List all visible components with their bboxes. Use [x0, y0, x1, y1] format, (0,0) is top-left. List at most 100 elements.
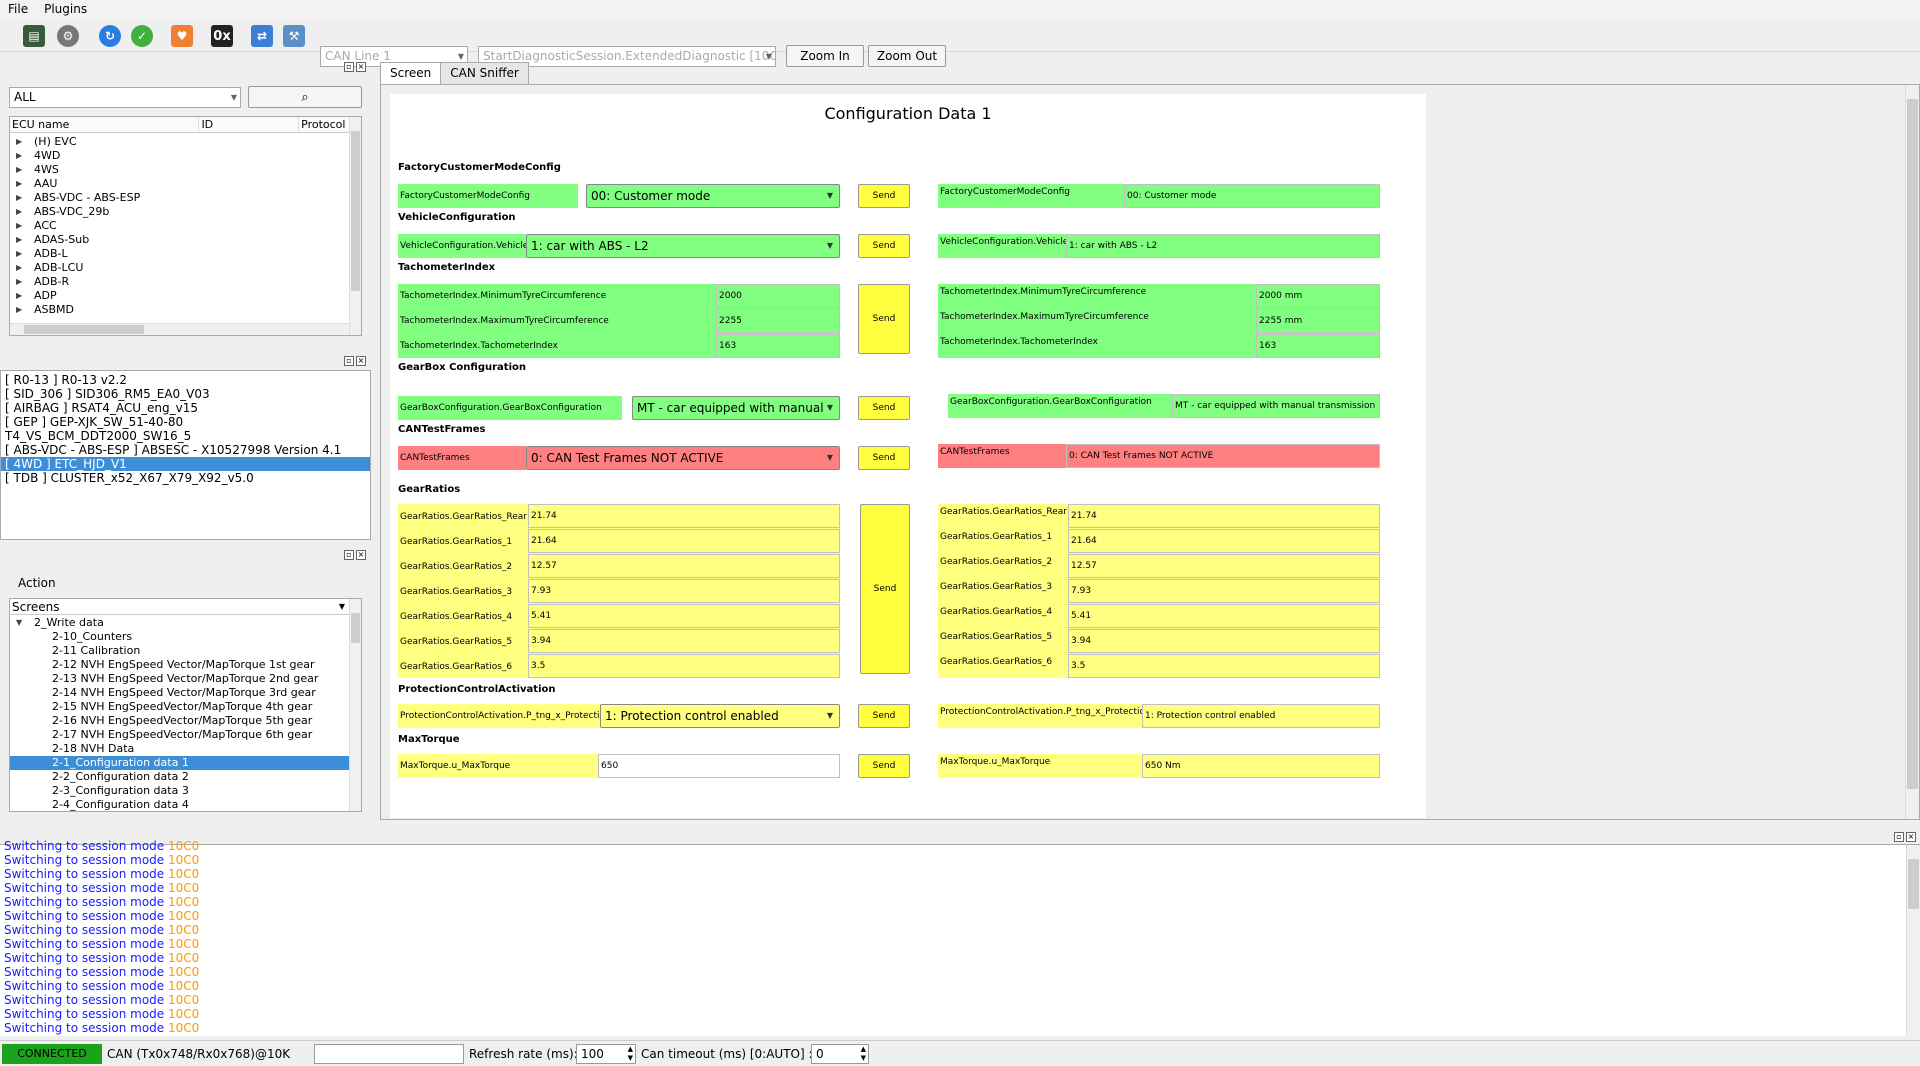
action-item[interactable]: 2-11 Calibration	[10, 644, 349, 658]
close-icon[interactable]: ×	[356, 62, 366, 72]
ecu-tree-item[interactable]: ▶ ABS-VDC_29b	[10, 205, 349, 219]
action-group[interactable]: ▼ 2_Write data	[10, 616, 349, 630]
scanned-ecu-item[interactable]: T4_VS_BCM_DDT2000_SW16_5	[1, 429, 370, 443]
action-item[interactable]: 2-13 NVH EngSpeed Vector/MapTorque 2nd g…	[10, 672, 349, 686]
ecu-tree-item[interactable]: ▶ 4WS	[10, 163, 349, 177]
expand-arrow-icon[interactable]: ▶	[16, 233, 22, 247]
gearbox-send-button[interactable]: Send	[858, 396, 910, 420]
scanned-ecu-item[interactable]: [ SID_306 ] SID306_RM5_EA0_V03	[1, 387, 370, 401]
gear-ratio-input[interactable]: 21.64	[528, 529, 840, 553]
ecu-tree-item[interactable]: ▶ ADP	[10, 289, 349, 303]
action-filter-select[interactable]: Screens ▼	[10, 599, 349, 615]
ecu-scan-button[interactable]: ▤	[20, 22, 48, 50]
expand-arrow-icon[interactable]: ▶	[16, 205, 22, 219]
ecu-tree-item[interactable]: ▶ AAU	[10, 177, 349, 191]
gear-ratio-input[interactable]: 21.74	[528, 504, 840, 528]
ecu-tree-item[interactable]: ▶ ASBMD	[10, 303, 349, 317]
tacho-send-button[interactable]: Send	[858, 284, 910, 354]
menu-file[interactable]: File	[0, 0, 36, 18]
maxtorque-send-button[interactable]: Send	[858, 754, 910, 778]
vehicle-send-button[interactable]: Send	[858, 234, 910, 258]
gear-ratio-input[interactable]: 5.41	[528, 604, 840, 628]
scanned-ecu-item[interactable]: [ 4WD ] ETC_HJD_V1	[1, 457, 370, 471]
can-timeout-spinbox[interactable]: 0 ▲ ▼	[811, 1044, 869, 1064]
refresh-rate-spinbox[interactable]: 100 ▲ ▼	[576, 1044, 636, 1064]
action-item[interactable]: 2-1_Configuration data 1	[10, 756, 349, 770]
cantest-send-button[interactable]: Send	[858, 446, 910, 470]
scanned-ecu-item[interactable]: [ AIRBAG ] RSAT4_ACU_eng_v15	[1, 401, 370, 415]
action-item[interactable]: 2-14 NVH EngSpeed Vector/MapTorque 3rd g…	[10, 686, 349, 700]
collapse-arrow-icon[interactable]: ▼	[16, 616, 22, 630]
status-input[interactable]	[314, 1044, 464, 1064]
ecu-tree-item[interactable]: ▶ ADB-L	[10, 247, 349, 261]
tacho-index-input[interactable]: 163	[716, 334, 840, 358]
scanned-ecu-item[interactable]: [ TDB ] CLUSTER_x52_X67_X79_X92_v5.0	[1, 471, 370, 485]
zoom-out-button[interactable]: Zoom Out	[868, 45, 946, 67]
ecu-tree-item[interactable]: ▶ ADB-LCU	[10, 261, 349, 275]
protection-send-button[interactable]: Send	[858, 704, 910, 728]
float-icon[interactable]: ▫	[344, 356, 354, 366]
tab-screen[interactable]: Screen	[380, 62, 442, 84]
settings-button[interactable]: ⚙	[54, 22, 82, 50]
close-icon[interactable]: ×	[356, 356, 366, 366]
hex-button[interactable]: 0x	[208, 22, 236, 50]
factory-send-button[interactable]: Send	[858, 184, 910, 208]
expand-arrow-icon[interactable]: ▶	[16, 177, 22, 191]
vehicle-select[interactable]: 1: car with ABS - L2 ▼	[526, 234, 840, 258]
ecu-search-button[interactable]: ⌕	[248, 86, 362, 108]
expand-arrow-icon[interactable]: ▶	[16, 275, 22, 289]
cantest-select[interactable]: 0: CAN Test Frames NOT ACTIVE ▼	[526, 446, 840, 470]
expand-arrow-icon[interactable]: ▶	[16, 261, 22, 275]
ecu-tree-item[interactable]: ▶ ACC	[10, 219, 349, 233]
gear-ratio-input[interactable]: 3.94	[528, 629, 840, 653]
connect-button[interactable]: ✓	[128, 22, 156, 50]
expand-arrow-icon[interactable]: ▶	[16, 149, 22, 163]
zoom-in-button[interactable]: Zoom In	[786, 45, 864, 67]
action-item[interactable]: 2-18 NVH Data	[10, 742, 349, 756]
protection-select[interactable]: 1: Protection control enabled ▼	[600, 704, 840, 728]
ecu-vscroll[interactable]	[349, 117, 361, 335]
action-item[interactable]: 2-2_Configuration data 2	[10, 770, 349, 784]
close-icon[interactable]: ×	[356, 550, 366, 560]
expand-arrow-icon[interactable]: ▶	[16, 163, 22, 177]
tacho-min-input[interactable]: 2000	[716, 284, 840, 308]
expand-arrow-icon[interactable]: ▶	[16, 219, 22, 233]
ecu-filter-select[interactable]: ALL ▼	[9, 87, 241, 108]
col-ecu-name[interactable]: ECU name	[10, 117, 200, 132]
expand-arrow-icon[interactable]: ▶	[16, 135, 22, 149]
float-icon[interactable]: ▫	[344, 62, 354, 72]
plugin-button[interactable]: ⚒	[280, 22, 308, 50]
action-vscroll[interactable]	[349, 599, 361, 811]
maxtorque-input[interactable]: 650	[598, 754, 840, 778]
ecu-tree-item[interactable]: ▶ ADAS-Sub	[10, 233, 349, 247]
expand-arrow-icon[interactable]: ▶	[16, 289, 22, 303]
gears-send-button[interactable]: Send	[860, 504, 910, 674]
gear-ratio-input[interactable]: 7.93	[528, 579, 840, 603]
action-item[interactable]: 2-12 NVH EngSpeed Vector/MapTorque 1st g…	[10, 658, 349, 672]
expand-arrow-icon[interactable]: ▶	[16, 247, 22, 261]
gear-ratio-input[interactable]: 3.5	[528, 654, 840, 678]
log-vscroll[interactable]	[1906, 845, 1920, 1036]
health-button[interactable]: ♥	[168, 22, 196, 50]
tacho-max-input[interactable]: 2255	[716, 309, 840, 333]
refresh-button[interactable]: ↻	[96, 22, 124, 50]
ecu-tree-item[interactable]: ▶ ABS-VDC - ABS-ESP	[10, 191, 349, 205]
expand-arrow-icon[interactable]: ▶	[16, 191, 22, 205]
gearbox-select[interactable]: MT - car equipped with manual transmissi…	[632, 396, 840, 420]
scanned-ecu-item[interactable]: [ R0-13 ] R0-13 v2.2	[1, 373, 370, 387]
tab-can-sniffer[interactable]: CAN Sniffer	[440, 62, 529, 84]
ecu-tree-item[interactable]: ▶ 4WD	[10, 149, 349, 163]
close-icon[interactable]: ×	[1906, 832, 1916, 842]
ecu-tree-item[interactable]: ▶ ADB-R	[10, 275, 349, 289]
factory-select[interactable]: 00: Customer mode ▼	[586, 184, 840, 208]
action-item[interactable]: 2-10_Counters	[10, 630, 349, 644]
expand-arrow-icon[interactable]: ▶	[16, 303, 22, 317]
scanned-ecu-item[interactable]: [ GEP ] GEP-XJK_SW_51-40-80	[1, 415, 370, 429]
action-item[interactable]: 2-3_Configuration data 3	[10, 784, 349, 798]
screen-vscroll[interactable]	[1905, 85, 1919, 819]
action-item[interactable]: 2-16 NVH EngSpeedVector/MapTorque 5th ge…	[10, 714, 349, 728]
action-item[interactable]: 2-17 NVH EngSpeedVector/MapTorque 6th ge…	[10, 728, 349, 742]
ecu-hscroll[interactable]	[10, 323, 349, 335]
col-id[interactable]: ID	[199, 117, 300, 132]
ecu-tree-item[interactable]: ▶ (H) EVC	[10, 135, 349, 149]
